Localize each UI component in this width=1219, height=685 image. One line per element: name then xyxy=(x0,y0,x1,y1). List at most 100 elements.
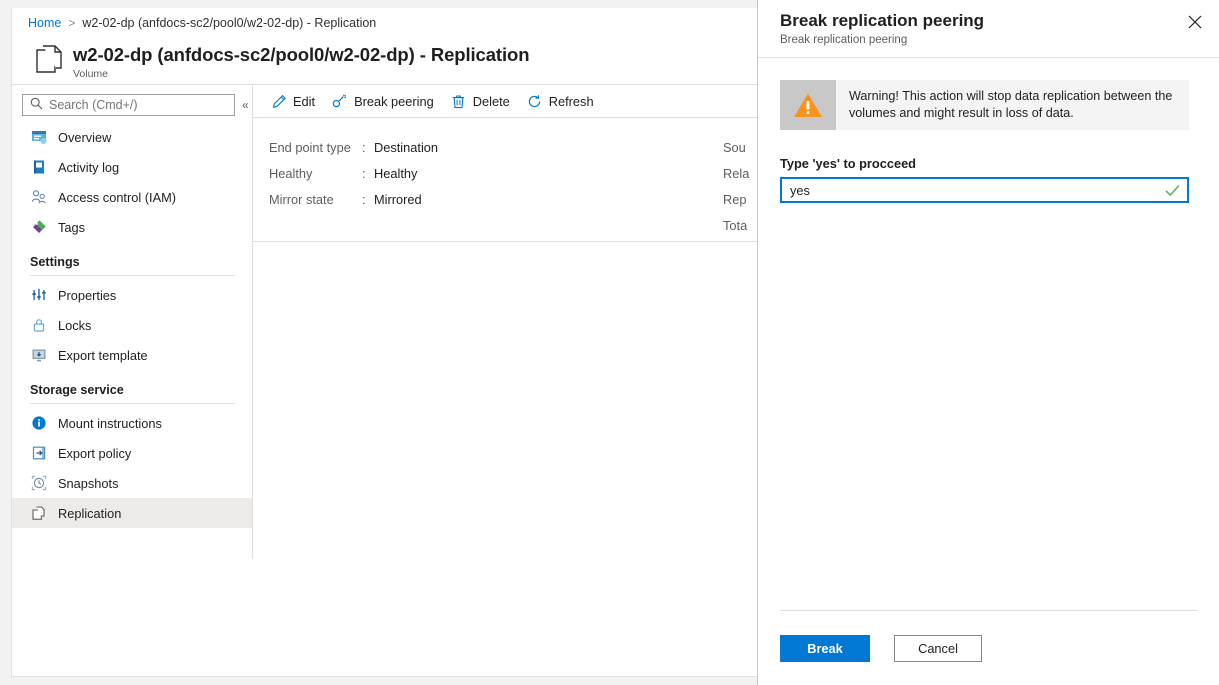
export-policy-icon xyxy=(30,445,47,462)
sidebar-item-activity-log[interactable]: Activity log xyxy=(12,152,252,182)
trash-icon xyxy=(451,93,467,109)
sidebar-item-locks[interactable]: Locks xyxy=(12,310,252,340)
sidebar-item-label: Export template xyxy=(58,347,148,363)
panel-subtitle: Break replication peering xyxy=(780,34,908,46)
sidebar-search-row: « xyxy=(12,85,252,116)
sidebar-item-overview[interactable]: Overview xyxy=(12,122,252,152)
search-box[interactable] xyxy=(22,94,235,116)
property-value: Healthy xyxy=(374,165,418,181)
property-key: Tota xyxy=(723,217,748,233)
sidebar-item-mount-instructions[interactable]: Mount instructions xyxy=(12,408,252,438)
property-row: Mirror state: Mirrored xyxy=(269,186,709,212)
sidebar-section: Settings xyxy=(12,255,252,276)
toolbar-button-label: Break peering xyxy=(354,93,434,109)
sidebar-item-label: Snapshots xyxy=(58,475,119,491)
sidebar-section: Storage service xyxy=(12,383,252,404)
lock-icon xyxy=(30,317,47,334)
breadcrumb-current: w2-02-dp (anfdocs-sc2/pool0/w2-02-dp) - … xyxy=(82,16,377,30)
breadcrumb-separator: > xyxy=(68,16,76,30)
panel-header: Break replication peering Break replicat… xyxy=(758,0,1219,48)
toolbar-button-label: Refresh xyxy=(548,93,594,109)
toolbar-button-label: Delete xyxy=(472,93,510,109)
refresh-button[interactable]: Refresh xyxy=(527,88,594,114)
sidebar-item-tags[interactable]: Tags xyxy=(12,212,252,242)
footer-buttons: Break Cancel xyxy=(758,611,1219,685)
property-key: Rep xyxy=(723,191,747,207)
search-input[interactable] xyxy=(49,98,214,112)
sidebar-item-label: Locks xyxy=(58,317,92,333)
toolbar-button-label: Edit xyxy=(293,93,316,109)
edit-button[interactable]: Edit xyxy=(271,88,315,114)
info-icon xyxy=(30,415,47,432)
sidebar-item-label: Tags xyxy=(58,219,86,235)
panel-body: Warning! This action will stop data repl… xyxy=(758,58,1219,203)
break-peering-button[interactable]: Break peering xyxy=(332,88,434,114)
checkmark-icon xyxy=(1165,184,1180,197)
break-peering-icon xyxy=(332,93,348,109)
property-key: Healthy xyxy=(269,165,313,181)
properties-icon xyxy=(30,287,47,304)
break-button[interactable]: Break xyxy=(780,635,870,662)
sidebar: « Overview Activity log Access control (IA… xyxy=(12,84,253,559)
property-row: End point type: Destination xyxy=(269,134,709,160)
sidebar-section-rule xyxy=(30,403,235,404)
sidebar-item-export-template[interactable]: Export template xyxy=(12,340,252,370)
page-title: w2-02-dp (anfdocs-sc2/pool0/w2-02-dp) - … xyxy=(73,44,530,65)
sidebar-item-label: Mount instructions xyxy=(58,415,162,431)
refresh-icon xyxy=(527,93,543,109)
activity-log-icon xyxy=(30,159,47,176)
property-key: Sou xyxy=(723,139,746,155)
properties-left-column: End point type: Destination Healthy: Health… xyxy=(269,134,709,212)
sidebar-item-export-policy[interactable]: Export policy xyxy=(12,438,252,468)
sidebar-item-properties[interactable]: Properties xyxy=(12,280,252,310)
property-colon: : xyxy=(362,191,366,207)
property-key: End point type xyxy=(269,139,351,155)
pencil-icon xyxy=(271,93,287,109)
search-icon xyxy=(30,97,43,113)
confirm-input[interactable] xyxy=(782,182,1187,198)
sidebar-item-label: Export policy xyxy=(58,445,132,461)
property-key: Rela xyxy=(723,165,750,181)
sidebar-item-access-control-iam[interactable]: Access control (IAM) xyxy=(12,182,252,212)
property-key: Mirror state xyxy=(269,191,334,207)
overview-icon xyxy=(30,129,47,146)
close-icon[interactable] xyxy=(1182,9,1208,35)
property-row: Healthy: Healthy xyxy=(269,160,709,186)
sidebar-section-title: Storage service xyxy=(30,383,124,397)
panel-title: Break replication peering xyxy=(780,11,985,30)
cancel-button[interactable]: Cancel xyxy=(894,635,982,662)
sidebar-item-label: Access control (IAM) xyxy=(58,189,177,205)
sidebar-item-label: Properties xyxy=(58,287,117,303)
sidebar-section-title: Settings xyxy=(30,255,80,269)
sidebar-item-snapshots[interactable]: Snapshots xyxy=(12,468,252,498)
page-title-group: w2-02-dp (anfdocs-sc2/pool0/w2-02-dp) - … xyxy=(73,42,530,81)
warning-banner: Warning! This action will stop data repl… xyxy=(780,80,1189,130)
sidebar-section-rule xyxy=(30,275,235,276)
breadcrumb-home-link[interactable]: Home xyxy=(28,16,61,30)
snapshots-icon xyxy=(30,475,47,492)
export-template-icon xyxy=(30,347,47,364)
property-colon: : xyxy=(362,139,366,155)
replication-icon xyxy=(30,505,47,522)
sidebar-item-replication[interactable]: Replication xyxy=(12,498,252,528)
sidebar-sections: Settings Properties Locks Export template St… xyxy=(12,255,252,528)
break-replication-panel: Break replication peering Break replicat… xyxy=(757,0,1219,685)
access-control-icon xyxy=(30,189,47,206)
property-colon: : xyxy=(362,165,366,181)
warning-text: Warning! This action will stop data repl… xyxy=(849,89,1173,120)
confirm-input-field[interactable] xyxy=(780,177,1189,203)
tags-icon xyxy=(30,219,47,236)
warning-triangle-icon xyxy=(780,80,836,130)
sidebar-item-label: Replication xyxy=(58,505,122,521)
sidebar-item-label: Overview xyxy=(58,129,112,145)
volume-icon xyxy=(34,44,64,78)
panel-footer: Break Cancel xyxy=(758,610,1219,685)
page-subtitle: Volume xyxy=(73,68,109,80)
chevron-double-left-icon[interactable]: « xyxy=(242,99,249,111)
property-value: Mirrored xyxy=(374,191,422,207)
delete-button[interactable]: Delete xyxy=(451,88,510,114)
sidebar-item-label: Activity log xyxy=(58,159,120,175)
property-value: Destination xyxy=(374,139,439,155)
sidebar-primary-nav: Overview Activity log Access control (IAM)… xyxy=(12,122,252,242)
page-background: Home > w2-02-dp (anfdocs-sc2/pool0/w2-02… xyxy=(0,0,1219,685)
